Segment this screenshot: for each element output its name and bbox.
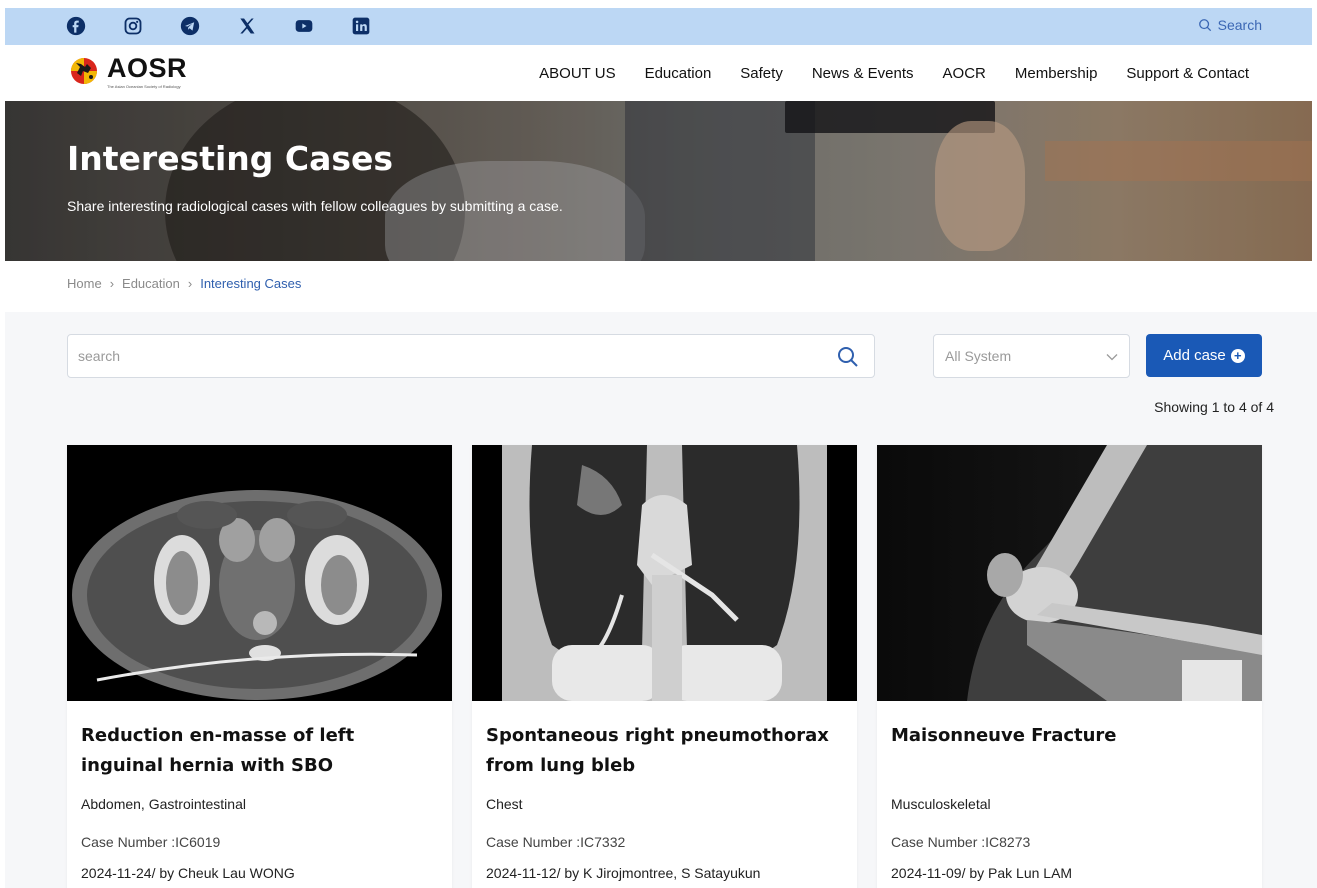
- breadcrumb: Home › Education › Interesting Cases: [67, 276, 301, 291]
- case-card[interactable]: Reduction en-masse of left inguinal hern…: [67, 445, 452, 888]
- telegram-icon[interactable]: [179, 15, 201, 37]
- youtube-icon[interactable]: [293, 15, 315, 37]
- social-links: [65, 15, 407, 37]
- case-title[interactable]: Maisonneuve Fracture: [891, 721, 1246, 751]
- search-box: [67, 334, 875, 378]
- search-icon[interactable]: [836, 345, 860, 369]
- case-number: Case Number :IC6019: [81, 834, 221, 850]
- case-system: Chest: [486, 796, 523, 812]
- chevron-right-icon: ›: [187, 276, 193, 291]
- search-icon: [1198, 19, 1211, 32]
- case-card[interactable]: Spontaneous right pneumothorax from lung…: [472, 445, 857, 888]
- chevron-right-icon: ›: [109, 276, 115, 291]
- case-title[interactable]: Spontaneous right pneumothorax from lung…: [486, 721, 841, 781]
- results-count: Showing 1 to 4 of 4: [1154, 399, 1274, 415]
- case-image[interactable]: [67, 445, 452, 701]
- case-card[interactable]: Maisonneuve Fracture Musculoskeletal Cas…: [877, 445, 1262, 888]
- page-title: Interesting Cases: [67, 139, 394, 178]
- case-date-author: 2024-11-09/ by Pak Lun LAM: [891, 865, 1073, 881]
- hero-banner: Interesting Cases Share interesting radi…: [5, 101, 1312, 261]
- case-number: Case Number :IC8273: [891, 834, 1031, 850]
- logo-subtitle: The Asian Oceanian Society of Radiology: [107, 84, 181, 89]
- hero-overlay: [5, 101, 1312, 261]
- search-input[interactable]: [78, 345, 818, 367]
- nav-item-about-us[interactable]: ABOUT US: [539, 65, 615, 82]
- breadcrumb-education[interactable]: Education: [122, 276, 180, 291]
- case-date-author: 2024-11-12/ by K Jirojmontree, S Satayuk…: [486, 865, 761, 881]
- nav-item-safety[interactable]: Safety: [740, 65, 783, 82]
- add-case-label: Add case: [1163, 347, 1226, 364]
- chevron-down-icon: [1106, 354, 1118, 361]
- main-nav: ABOUT US Education Safety News & Events …: [539, 65, 1249, 82]
- nav-item-membership[interactable]: Membership: [1015, 65, 1098, 82]
- linkedin-icon[interactable]: [350, 15, 372, 37]
- plus-circle-icon: +: [1230, 348, 1245, 363]
- case-image[interactable]: [877, 445, 1262, 701]
- x-icon[interactable]: [236, 15, 258, 37]
- nav-item-news-events[interactable]: News & Events: [812, 65, 914, 82]
- nav-item-education[interactable]: Education: [645, 65, 712, 82]
- nav-item-aocr[interactable]: AOCR: [943, 65, 986, 82]
- case-image[interactable]: [472, 445, 857, 701]
- system-filter-select[interactable]: All System: [933, 334, 1130, 378]
- top-search-label: Search: [1217, 17, 1262, 33]
- instagram-icon[interactable]: [122, 15, 144, 37]
- social-bar: Search: [5, 8, 1312, 45]
- logo[interactable]: AOSR The Asian Oceanian Society of Radio…: [67, 53, 188, 89]
- case-number: Case Number :IC7332: [486, 834, 626, 850]
- add-case-button[interactable]: Add case +: [1146, 334, 1262, 377]
- page-subtitle: Share interesting radiological cases wit…: [67, 198, 563, 214]
- logo-icon: [67, 55, 101, 85]
- breadcrumb-current[interactable]: Interesting Cases: [200, 276, 301, 291]
- case-title[interactable]: Reduction en-masse of left inguinal hern…: [81, 721, 436, 781]
- cases-section: All System Add case + Showing 1 to 4 of …: [5, 312, 1317, 888]
- case-date-author: 2024-11-24/ by Cheuk Lau WONG: [81, 865, 295, 881]
- system-filter-value: All System: [945, 348, 1012, 364]
- logo-text: AOSR: [107, 53, 188, 83]
- facebook-icon[interactable]: [65, 15, 87, 37]
- case-system: Musculoskeletal: [891, 796, 991, 812]
- top-search-link[interactable]: Search: [1198, 17, 1262, 33]
- main-navbar: AOSR The Asian Oceanian Society of Radio…: [5, 45, 1312, 101]
- breadcrumb-home[interactable]: Home: [67, 276, 102, 291]
- case-system: Abdomen, Gastrointestinal: [81, 796, 246, 812]
- nav-item-support-contact[interactable]: Support & Contact: [1126, 65, 1249, 82]
